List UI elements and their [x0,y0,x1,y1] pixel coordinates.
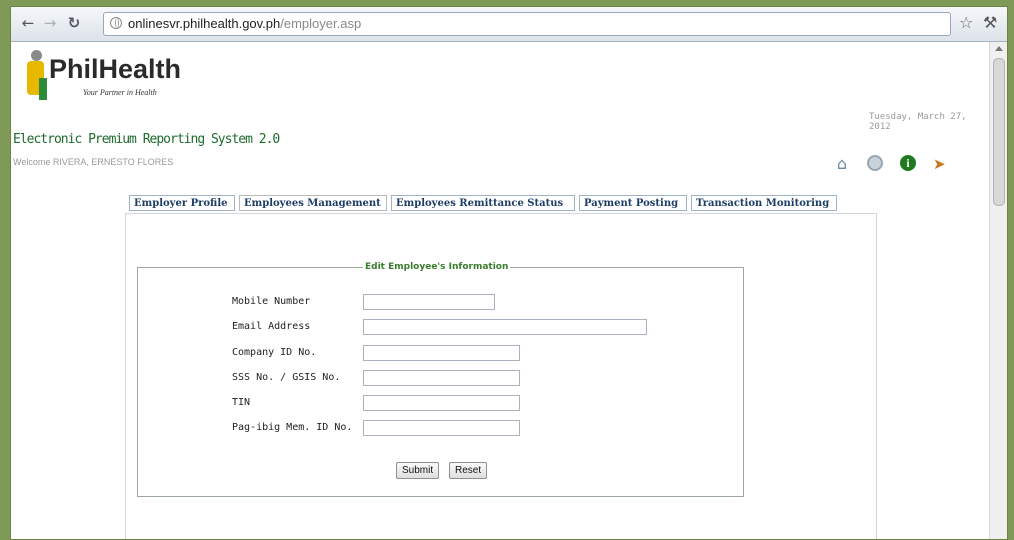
tab-transaction-monitoring[interactable]: Transaction Monitoring [691,195,837,211]
welcome-text: Welcome RIVERA, ERNESTO FLORES [13,157,174,167]
star-icon[interactable]: ☆ [959,13,973,32]
brand-name: PhilHealth [49,54,182,84]
current-date: Tuesday, March 27, 2012 [869,112,967,132]
vertical-scrollbar[interactable] [989,42,1007,539]
sss-gsis-label: SSS No. / GSIS No. [232,372,341,383]
mobile-number-label: Mobile Number [232,296,311,307]
settings-icon[interactable] [867,155,883,171]
email-address-label: Email Address [232,321,311,332]
logout-icon[interactable]: ➤ [933,155,951,173]
home-icon[interactable]: ⌂ [833,155,851,173]
info-icon[interactable]: i [900,155,916,171]
tab-employer-profile[interactable]: Employer Profile [129,195,235,211]
back-button[interactable]: ← [19,14,37,32]
browser-toolbar: ← → ↻ onlinesvr.philhealth.gov.ph/employ… [11,7,1007,42]
forward-button[interactable]: → [41,14,59,32]
tin-label: TIN [232,397,251,408]
philhealth-logo: PhilHealth Your Partner in Health [25,48,205,104]
mobile-number-input[interactable] [363,294,495,310]
submit-button[interactable]: Submit [396,462,440,479]
tab-employees-management[interactable]: Employees Management [239,195,387,211]
logo-figure-leg [39,78,47,100]
logo-figure-head [31,50,42,61]
url-host: onlinesvr.philhealth.gov.ph [128,16,281,31]
tab-payment-posting[interactable]: Payment Posting [579,195,687,211]
globe-icon [110,17,122,29]
wrench-icon[interactable]: ⚒ [983,13,997,32]
page-content: PhilHealth Your Partner in Health Tuesda… [11,42,989,539]
company-id-input[interactable] [363,345,520,361]
url-path: /employer.asp [280,16,362,31]
tab-panel: Edit Employee's Information Mobile Numbe… [125,213,877,539]
pagibig-id-label: Pag-ibig Mem. ID No. [232,422,353,433]
scroll-up-icon[interactable] [995,46,1003,51]
address-bar[interactable]: onlinesvr.philhealth.gov.ph/employer.asp [103,12,951,36]
company-id-label: Company ID No. [232,347,317,358]
scroll-thumb[interactable] [993,58,1005,206]
pagibig-id-input[interactable] [363,420,520,436]
reload-icon[interactable]: ↻ [65,14,83,32]
email-address-input[interactable] [363,319,647,335]
brand-tagline: Your Partner in Health [83,88,157,97]
sss-gsis-input[interactable] [363,370,520,386]
edit-employee-form: Edit Employee's Information Mobile Numbe… [137,262,744,497]
form-legend: Edit Employee's Information [365,262,509,272]
tin-input[interactable] [363,395,520,411]
browser-window: ← → ↻ onlinesvr.philhealth.gov.ph/employ… [10,6,1008,540]
reset-button[interactable]: Reset [449,462,488,479]
tab-employees-remittance-status[interactable]: Employees Remittance Status [391,195,575,211]
system-title: Electronic Premium Reporting System 2.0 [13,132,280,147]
url-text: onlinesvr.philhealth.gov.ph/employer.asp [128,13,361,35]
